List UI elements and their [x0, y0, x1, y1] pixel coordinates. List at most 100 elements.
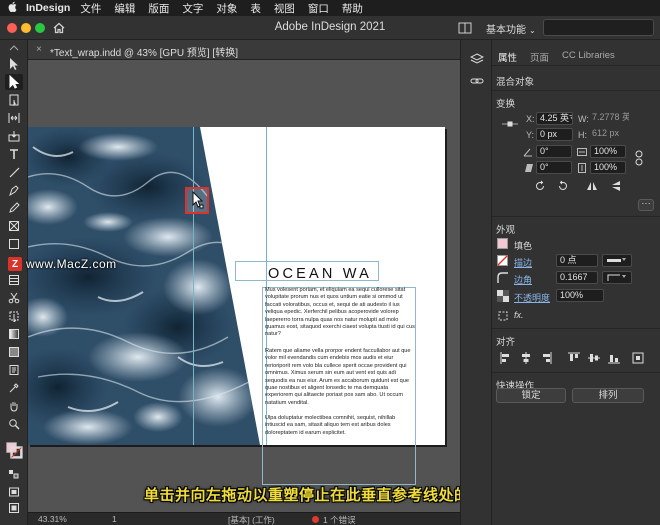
apple-menu-icon[interactable] — [0, 1, 26, 15]
constrain-proportions-icon[interactable] — [634, 150, 644, 166]
menu-type[interactable]: 文字 — [182, 1, 203, 16]
corner-label[interactable]: 边角 — [514, 273, 532, 286]
align-bottom-edges-icon[interactable] — [608, 352, 620, 364]
swap-default-colors-icon[interactable] — [5, 466, 23, 482]
reference-point-icon[interactable] — [502, 119, 518, 131]
workspace-switcher[interactable]: 基本功能 ⌄ — [486, 21, 536, 36]
preflight-profile[interactable]: [基本] (工作) — [228, 514, 275, 525]
scale-y-icon — [576, 162, 588, 174]
menu-view[interactable]: 视图 — [274, 1, 295, 16]
menu-layout[interactable]: 版面 — [148, 1, 169, 16]
eyedropper-tool-icon[interactable] — [5, 380, 23, 396]
lock-button[interactable]: 锁定 — [496, 388, 566, 403]
text-wrap-icon[interactable] — [497, 310, 509, 322]
tab-properties[interactable]: 属性 — [498, 50, 517, 64]
fill-stroke-swatch[interactable] — [5, 438, 23, 462]
collapse-panel-icon[interactable] — [5, 44, 23, 52]
align-right-edges-icon[interactable] — [540, 352, 552, 364]
arrange-button[interactable]: 排列 — [572, 388, 644, 403]
document-tab[interactable]: × *Text_wrap.indd @ 43% [GPU 预览] [转换] — [28, 40, 460, 60]
scale-x-field[interactable]: 100% — [590, 145, 626, 158]
flip-horizontal-icon[interactable] — [586, 180, 598, 192]
rotate-clockwise-icon[interactable] — [534, 180, 546, 192]
gap-tool-icon[interactable] — [5, 110, 23, 126]
align-vertical-centers-icon[interactable] — [588, 352, 600, 364]
zoom-window-button[interactable] — [35, 23, 45, 33]
opacity-field[interactable]: 100% — [556, 289, 604, 302]
ocean-image-frame[interactable] — [28, 127, 260, 445]
stroke-label[interactable]: 描边 — [514, 256, 532, 269]
menu-file[interactable]: 文件 — [80, 1, 101, 16]
error-count[interactable]: 1 个错误 — [323, 514, 356, 525]
y-position-field[interactable]: 0 px — [536, 128, 573, 141]
horizontal-grid-tool-icon[interactable] — [5, 272, 23, 288]
more-options-button[interactable]: ··· — [638, 199, 654, 211]
content-collector-tool-icon[interactable] — [5, 128, 23, 144]
arrange-documents-icon[interactable] — [458, 22, 472, 34]
shear-field[interactable]: 0° — [536, 161, 572, 174]
scissors-tool-icon[interactable] — [5, 290, 23, 306]
menu-table[interactable]: 表 — [250, 1, 261, 16]
menu-help[interactable]: 帮助 — [342, 1, 363, 16]
zoom-level[interactable]: 43.31% — [38, 514, 67, 524]
corner-type-dropdown[interactable] — [602, 271, 632, 284]
fill-swatch[interactable] — [497, 238, 508, 249]
stroke-weight-field[interactable]: 0 点 — [556, 254, 598, 267]
scale-y-field[interactable]: 100% — [590, 161, 626, 174]
gradient-feather-tool-icon[interactable] — [5, 344, 23, 360]
close-window-button[interactable] — [7, 23, 17, 33]
app-menu[interactable]: InDesign — [26, 2, 70, 14]
direct-selection-tool-icon[interactable] — [5, 74, 23, 90]
hand-tool-icon[interactable] — [5, 398, 23, 414]
align-more-icon[interactable] — [632, 352, 644, 364]
note-tool-icon[interactable] — [5, 362, 23, 378]
line-tool-icon[interactable] — [5, 164, 23, 180]
document-canvas[interactable]: OCEAN WA Mus volesent poriam, et eliquia… — [28, 60, 460, 512]
links-icon[interactable] — [470, 74, 484, 88]
effects-fx-label[interactable]: fx. — [514, 310, 524, 320]
rotation-field[interactable]: 0° — [536, 145, 572, 158]
gradient-swatch-tool-icon[interactable] — [5, 326, 23, 342]
error-indicator-icon — [312, 516, 319, 523]
width-field[interactable]: 7.2778 英 — [589, 112, 629, 125]
menu-object[interactable]: 对象 — [216, 1, 237, 16]
stroke-swatch[interactable] — [497, 255, 508, 266]
divider — [492, 216, 660, 217]
corner-radius-field[interactable]: 0.1667 — [556, 271, 598, 284]
x-position-field[interactable]: 4.25 英寸 — [536, 112, 573, 125]
menu-edit[interactable]: 编辑 — [114, 1, 135, 16]
document-page[interactable]: OCEAN WA Mus volesent poriam, et eliquia… — [28, 127, 445, 485]
minimize-window-button[interactable] — [21, 23, 31, 33]
align-horizontal-centers-icon[interactable] — [520, 352, 532, 364]
page-tool-icon[interactable] — [5, 92, 23, 108]
rotate-counterclockwise-icon[interactable] — [557, 180, 569, 192]
pen-tool-icon[interactable] — [5, 182, 23, 198]
type-tool-icon[interactable] — [5, 146, 23, 162]
height-field[interactable]: 612 px — [589, 128, 629, 141]
rectangle-tool-icon[interactable] — [5, 236, 23, 252]
rectangle-frame-tool-icon[interactable] — [5, 218, 23, 234]
appearance-section-title: 外观 — [496, 225, 516, 236]
menu-bar: InDesign 文件 编辑 版面 文字 对象 表 视图 窗口 帮助 — [0, 0, 660, 16]
opacity-label[interactable]: 不透明度 — [514, 291, 550, 304]
stroke-type-dropdown[interactable] — [602, 254, 632, 267]
flip-vertical-icon[interactable] — [610, 180, 622, 192]
menu-window[interactable]: 窗口 — [308, 1, 329, 16]
tab-pages[interactable]: 页面 — [530, 50, 549, 64]
corner-shape-icon[interactable] — [497, 272, 509, 284]
selection-tool-icon[interactable] — [5, 56, 23, 72]
chevron-down-icon: ⌄ — [529, 26, 536, 35]
pencil-tool-icon[interactable] — [5, 200, 23, 216]
close-tab-icon[interactable]: × — [36, 44, 42, 55]
vertical-guide-left[interactable] — [193, 127, 194, 445]
home-icon[interactable] — [52, 21, 66, 35]
zoom-tool-icon[interactable] — [5, 416, 23, 432]
layers-icon[interactable] — [469, 52, 485, 66]
page-number-field[interactable]: 1 — [112, 514, 117, 524]
free-transform-tool-icon[interactable] — [5, 308, 23, 324]
align-left-edges-icon[interactable] — [500, 352, 512, 364]
align-top-edges-icon[interactable] — [568, 352, 580, 364]
align-section-title: 对齐 — [496, 337, 516, 348]
search-input[interactable] — [543, 19, 654, 36]
tab-cc-libraries[interactable]: CC Libraries — [562, 50, 615, 61]
